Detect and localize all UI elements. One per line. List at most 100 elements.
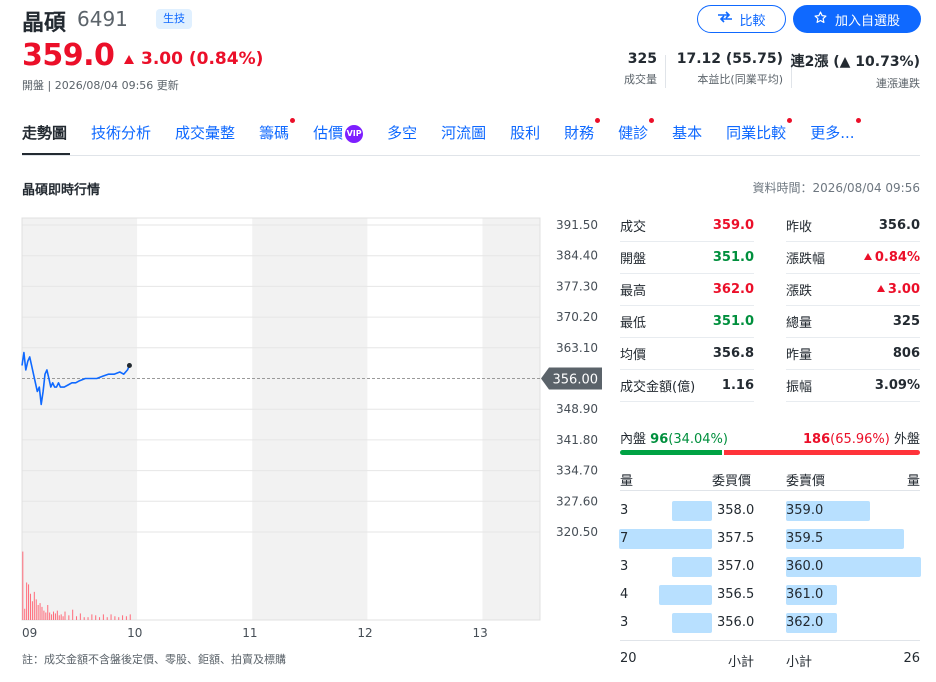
quote-value: 325	[893, 314, 920, 329]
stock-name: 晶碩	[22, 11, 67, 36]
bid-qty: 3	[620, 503, 629, 518]
tab-4[interactable]: 估價 VIP	[313, 122, 364, 143]
tab-6[interactable]: 河流圖	[441, 122, 486, 143]
divider	[665, 55, 666, 88]
volume-bar	[122, 615, 124, 620]
tab-label: 河流圖	[441, 124, 487, 142]
volume-bar	[56, 610, 58, 620]
quote-value-text: 351.0	[712, 314, 754, 329]
stat-streak: 連2漲 (▲ 10.73%) 連漲連跌	[791, 51, 920, 91]
quote-value-text: 359.0	[712, 218, 754, 233]
x-tick-label: 11	[242, 626, 257, 640]
bid-price: 356.5	[717, 587, 755, 602]
last-price-dot	[126, 363, 132, 369]
tab-label: 基本	[672, 124, 703, 142]
tab-0[interactable]: 走勢圖	[22, 122, 67, 143]
compare-button[interactable]: 比較	[697, 5, 786, 33]
ask-price: 359.0	[786, 503, 824, 518]
tab-11[interactable]: 同業比較	[726, 118, 793, 143]
bid-qty: 7	[620, 531, 629, 546]
ask-price: 360.0	[786, 559, 824, 574]
bid-depth-bar	[619, 529, 712, 549]
compare-label: 比較	[739, 13, 766, 29]
y-tick-label: 363.10	[556, 341, 598, 355]
add-to-watchlist-button[interactable]: 加入自選股	[793, 5, 921, 33]
stat-label: 連漲連跌	[876, 77, 920, 90]
tab-label: 多空	[387, 124, 418, 142]
y-tick-label: 320.50	[556, 525, 598, 539]
y-tick-label: 370.20	[556, 310, 598, 324]
tab-1[interactable]: 技術分析	[91, 122, 151, 143]
watchlist-label: 加入自選股	[834, 13, 900, 29]
intraday-chart[interactable]: 391.50 384.40 377.30 370.20 363.10 348.90 341.…	[0, 210, 610, 642]
quote-value: 1.16	[722, 378, 754, 393]
bid-price: 358.0	[717, 503, 755, 518]
outer-percent: (65.96%)	[830, 432, 890, 447]
quote-label: 開盤	[620, 252, 647, 267]
volume-bar	[91, 614, 93, 620]
quote-value: 359.0	[713, 218, 754, 233]
x-tick-label: 10	[127, 626, 142, 640]
quote-label: 成交金額(億)	[620, 380, 696, 395]
tab-12[interactable]: 更多...	[810, 118, 861, 143]
y-tick-label: 348.90	[556, 402, 598, 416]
quote-value: 0.84%	[863, 250, 920, 265]
tab-3[interactable]: 籌碼	[259, 118, 296, 143]
tab-9[interactable]: 健診	[618, 118, 655, 143]
tab-8[interactable]: 財務	[564, 118, 601, 143]
volume-bar	[54, 613, 56, 620]
stat-value: 連2漲 (▲ 10.73%)	[790, 54, 920, 70]
tab-label: 同業比較	[726, 124, 787, 142]
ask-price: 362.0	[786, 615, 824, 630]
footnote: 註：成交金額不含盤後定價、零股、鉅額、拍賣及標購	[22, 653, 286, 666]
quote-value: 356.0	[879, 218, 920, 233]
volume-bar	[87, 617, 89, 620]
outer-volume-bar	[724, 450, 920, 455]
volume-bar	[79, 613, 81, 620]
quote-label: 成交	[620, 220, 647, 235]
y-tick-label: 377.30	[556, 279, 598, 293]
ask-price: 359.5	[786, 531, 824, 546]
quote-value: 3.00	[876, 282, 920, 297]
ask-price-header: 委賣價	[786, 474, 826, 489]
current-price: 359.0	[22, 38, 115, 73]
quote-value: 351.0	[713, 314, 754, 329]
volume-bar	[72, 609, 74, 620]
up-triangle-icon	[124, 54, 134, 64]
tab-7[interactable]: 股利	[510, 122, 540, 143]
quote-label: 昨量	[786, 348, 813, 363]
stock-code: 6491	[77, 7, 128, 31]
divider	[620, 640, 920, 641]
tab-label: 更多...	[810, 124, 855, 142]
quote-label: 振幅	[786, 380, 813, 395]
tab-2[interactable]: 成交彙整	[175, 122, 235, 143]
outer-value: 186	[802, 432, 831, 447]
quote-label: 最高	[620, 284, 647, 299]
volume-bar	[118, 617, 120, 620]
quote-label: 最低	[620, 316, 647, 331]
tab-label: 股利	[510, 124, 541, 142]
bid-qty: 4	[620, 587, 629, 602]
star-icon	[814, 10, 827, 28]
tab-5[interactable]: 多空	[387, 122, 417, 143]
notification-dot	[855, 118, 861, 123]
bid-depth-bar	[672, 613, 712, 633]
stat-label: 成交量	[624, 73, 657, 86]
quote-row: 成交 359.0	[620, 210, 754, 242]
quote-row: 最低 351.0	[620, 306, 754, 338]
volume-bar	[26, 582, 28, 620]
volume-bar	[24, 608, 26, 620]
tab-10[interactable]: 基本	[672, 122, 702, 143]
quote-table-left: 成交 359.0 開盤 351.0 最高 362.0 最低 351.0 均價 356.8 成交金額(…	[620, 210, 754, 402]
stat-volume: 325 成交量	[624, 51, 657, 87]
bid-qty: 3	[620, 615, 629, 630]
bid-qty-header: 量	[620, 474, 634, 489]
section-title: 晶碩即時行情	[22, 183, 101, 198]
volume-bar	[33, 591, 35, 620]
volume-bar	[102, 614, 104, 620]
bid-depth-bar	[672, 557, 712, 577]
stat-value: 325	[627, 51, 657, 67]
industry-badge[interactable]: 生技	[156, 9, 192, 29]
quote-row: 漲跌 3.00	[786, 274, 920, 306]
inner-volume-bar	[620, 450, 722, 455]
